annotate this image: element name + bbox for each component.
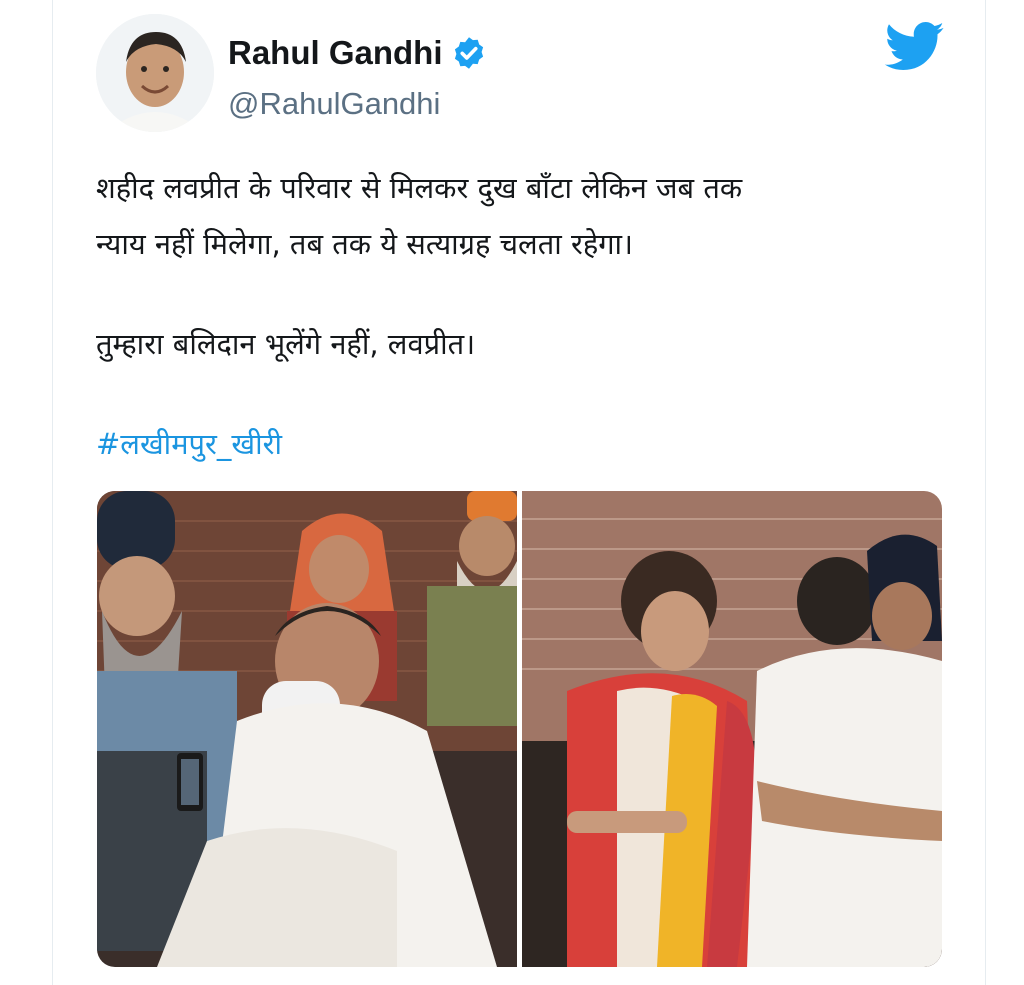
- twitter-bird-icon[interactable]: [884, 22, 946, 72]
- author-name-row: Rahul Gandhi: [228, 34, 487, 72]
- tweet-line-2: न्याय नहीं मिलेगा, तब तक ये सत्याग्रह चल…: [96, 227, 634, 261]
- author-handle[interactable]: @RahulGandhi: [228, 86, 440, 122]
- tweet-line-3: तुम्हारा बलिदान भूलेंगे नहीं, लवप्रीत।: [96, 327, 476, 361]
- author-display-name[interactable]: Rahul Gandhi: [228, 34, 443, 72]
- tweet-line-1: शहीद लवप्रीत के परिवार से मिलकर दुख बाँट…: [96, 171, 743, 205]
- media-photo-2[interactable]: [522, 491, 942, 967]
- verified-badge-icon: [454, 37, 483, 69]
- tweet-card-left-border: [52, 0, 53, 985]
- tweet-media-grid: [97, 491, 942, 967]
- tweet-card-right-border: [985, 0, 986, 985]
- tweet-text: शहीद लवप्रीत के परिवार से मिलकर दुख बाँट…: [96, 160, 966, 472]
- author-avatar[interactable]: [96, 14, 214, 132]
- media-photo-1[interactable]: [97, 491, 517, 967]
- avatar-photo: [96, 14, 214, 132]
- tweet-header: Rahul Gandhi @RahulGandhi: [96, 14, 956, 134]
- media-divider: [517, 491, 522, 967]
- media-photos: [97, 491, 942, 967]
- hashtag-link[interactable]: #लखीमपुर_खीरी: [96, 416, 966, 472]
